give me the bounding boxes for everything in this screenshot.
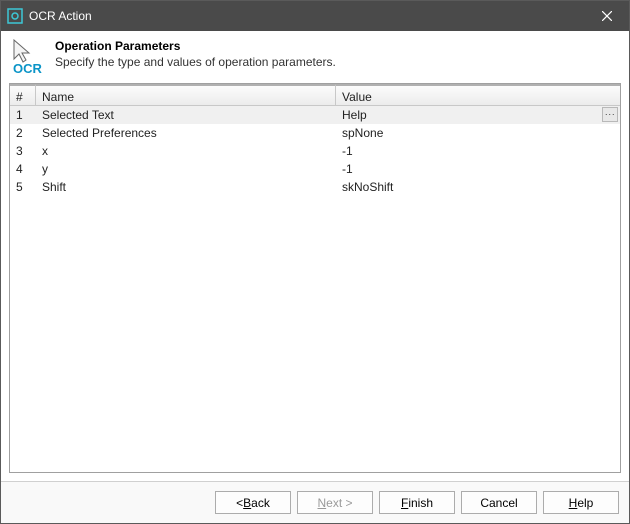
back-button[interactable]: < Back bbox=[215, 491, 291, 514]
row-number: 5 bbox=[10, 178, 36, 196]
col-header-value[interactable]: Value bbox=[336, 84, 620, 105]
row-name: Shift bbox=[36, 178, 336, 196]
row-number: 4 bbox=[10, 160, 36, 178]
row-name: Selected Preferences bbox=[36, 124, 336, 142]
row-value[interactable]: -1 bbox=[336, 142, 620, 160]
ocr-cursor-icon: OCR bbox=[13, 39, 45, 73]
row-number: 2 bbox=[10, 124, 36, 142]
row-number: 3 bbox=[10, 142, 36, 160]
parameters-table: # Name Value 1Selected TextHelp···2Selec… bbox=[9, 83, 621, 473]
close-button[interactable] bbox=[584, 1, 629, 31]
app-icon bbox=[7, 8, 23, 24]
col-header-name[interactable]: Name bbox=[36, 84, 336, 105]
body-area: # Name Value 1Selected TextHelp···2Selec… bbox=[1, 83, 629, 481]
window-title: OCR Action bbox=[29, 9, 584, 23]
row-name: y bbox=[36, 160, 336, 178]
header-heading: Operation Parameters bbox=[55, 39, 336, 53]
table-body: 1Selected TextHelp···2Selected Preferenc… bbox=[10, 106, 620, 472]
table-row[interactable]: 2Selected PreferencesspNone bbox=[10, 124, 620, 142]
row-value[interactable]: skNoShift bbox=[336, 178, 620, 196]
dialog-window: OCR Action OCR Operation Parameters Spec… bbox=[0, 0, 630, 524]
value-browse-button[interactable]: ··· bbox=[602, 107, 618, 122]
header-subheading: Specify the type and values of operation… bbox=[55, 55, 336, 69]
table-row[interactable]: 1Selected TextHelp··· bbox=[10, 106, 620, 124]
header-text: Operation Parameters Specify the type an… bbox=[55, 39, 336, 69]
row-number: 1 bbox=[10, 106, 36, 124]
table-row[interactable]: 3x-1 bbox=[10, 142, 620, 160]
titlebar: OCR Action bbox=[1, 1, 629, 31]
row-value[interactable]: spNone bbox=[336, 124, 620, 142]
cancel-button[interactable]: Cancel bbox=[461, 491, 537, 514]
row-value[interactable]: -1 bbox=[336, 160, 620, 178]
table-row[interactable]: 5ShiftskNoShift bbox=[10, 178, 620, 196]
col-header-number[interactable]: # bbox=[10, 84, 36, 105]
table-row[interactable]: 4y-1 bbox=[10, 160, 620, 178]
svg-text:OCR: OCR bbox=[13, 61, 43, 75]
row-name: x bbox=[36, 142, 336, 160]
table-header-row: # Name Value bbox=[10, 84, 620, 106]
row-name: Selected Text bbox=[36, 106, 336, 124]
finish-button[interactable]: Finish bbox=[379, 491, 455, 514]
header-strip: OCR Operation Parameters Specify the typ… bbox=[1, 31, 629, 83]
row-value[interactable]: Help··· bbox=[336, 106, 620, 124]
next-button: Next > bbox=[297, 491, 373, 514]
help-button[interactable]: Help bbox=[543, 491, 619, 514]
button-bar: < Back Next > Finish Cancel Help bbox=[1, 481, 629, 523]
